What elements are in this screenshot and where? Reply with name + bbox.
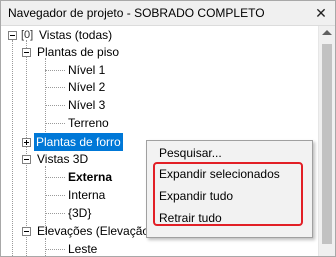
tree-item-label: Leste xyxy=(68,242,98,256)
tree-connector xyxy=(45,195,65,196)
tree-item-vistas-3d[interactable]: Vistas 3D xyxy=(1,150,161,168)
collapse-icon[interactable] xyxy=(8,31,17,40)
views-icon: [0] xyxy=(21,29,34,41)
tree-item-label: Nível 3 xyxy=(68,98,106,112)
tree-item-label: Plantas de forro xyxy=(34,133,123,151)
collapse-icon[interactable] xyxy=(22,48,31,57)
menu-item-pesquisar[interactable]: Pesquisar... xyxy=(159,143,222,163)
tree-item-label: Vistas (todas) xyxy=(39,28,113,42)
tree-item-label: Externa xyxy=(68,170,113,184)
scroll-up-icon[interactable] xyxy=(322,30,332,35)
tree-connector xyxy=(45,70,65,71)
tree-connector xyxy=(45,87,65,88)
vertical-scrollbar[interactable] xyxy=(318,26,335,256)
tree-connector xyxy=(45,238,46,256)
collapse-icon[interactable] xyxy=(22,155,31,164)
tree-item-label: Vistas 3D xyxy=(37,152,89,166)
tree-connector xyxy=(45,177,65,178)
tree-item-vistas-todas[interactable]: [0] Vistas (todas) xyxy=(1,26,319,44)
tree-item-label: Plantas de piso xyxy=(37,45,120,59)
tree-item-label: Nível 2 xyxy=(68,80,106,94)
tree-item-label: {3D} xyxy=(68,206,92,220)
tree-connector xyxy=(45,123,65,124)
title-bar: Navegador de projeto - SOBRADO COMPLETO … xyxy=(1,1,335,26)
tree-item-label: Nível 1 xyxy=(68,63,106,77)
tree-item-plantas-de-forro[interactable]: Plantas de forro xyxy=(1,133,161,151)
scroll-thumb[interactable] xyxy=(322,44,332,244)
tree-item-label: Terreno xyxy=(68,116,109,130)
panel-title: Navegador de projeto - SOBRADO COMPLETO xyxy=(8,6,265,20)
tree-item-plantas-de-piso[interactable]: Plantas de piso xyxy=(1,43,319,61)
tree-item-label: Interna xyxy=(68,188,106,202)
tree-connector xyxy=(45,213,65,214)
collapse-icon[interactable] xyxy=(22,227,31,236)
expand-icon[interactable] xyxy=(22,138,31,147)
tree-connector xyxy=(45,105,65,106)
tree-connector xyxy=(45,249,65,250)
highlight-annotation xyxy=(153,162,303,226)
close-icon[interactable]: ✕ xyxy=(311,3,331,23)
